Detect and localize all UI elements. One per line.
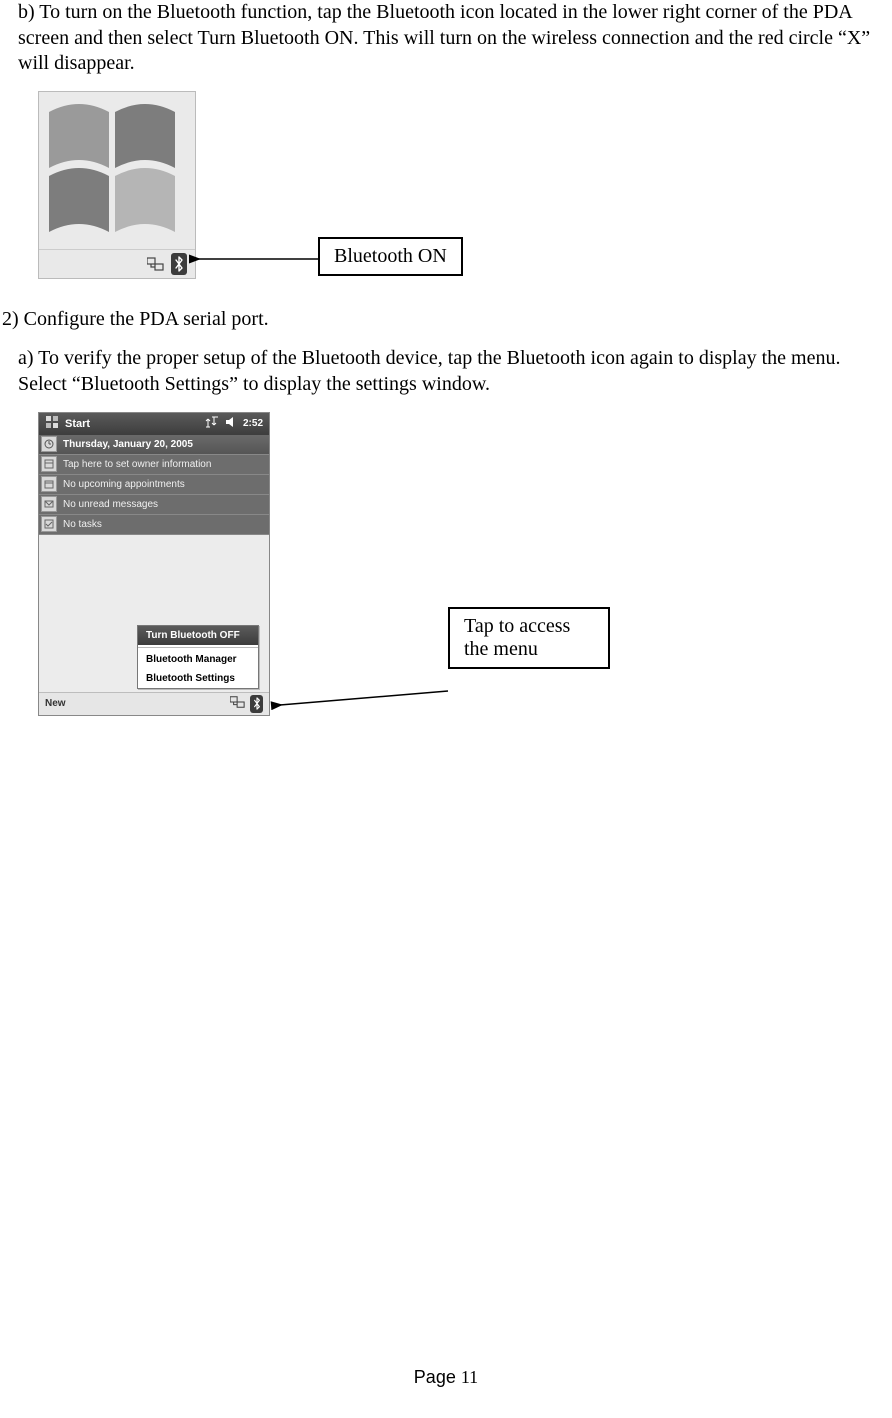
row-owner[interactable]: Tap here to set owner information <box>39 455 269 475</box>
callout-tap-menu: Tap to access the menu <box>448 607 610 669</box>
page-footer: Page 11 <box>0 1367 892 1388</box>
pda-today-screen: Start 2:52 Thursday, January 20, 2005 <box>38 412 270 716</box>
paragraph-a: a) To verify the proper setup of the Blu… <box>18 346 874 397</box>
bluetooth-icon[interactable] <box>171 253 187 275</box>
arrow-2 <box>270 687 460 711</box>
clock-icon <box>41 436 57 452</box>
calendar-icon <box>41 476 57 492</box>
windows-flag-icon <box>45 415 59 432</box>
title-bar: Start 2:52 <box>39 413 269 435</box>
figure-1: Bluetooth ON <box>38 91 874 283</box>
signal-icon <box>205 416 219 431</box>
date-text: Thursday, January 20, 2005 <box>63 439 193 450</box>
msgs-text: No unread messages <box>63 499 158 510</box>
tasks-text: No tasks <box>63 519 102 530</box>
bluetooth-icon[interactable] <box>250 695 263 713</box>
page-number: 11 <box>461 1367 478 1387</box>
row-appointments[interactable]: No upcoming appointments <box>39 475 269 495</box>
row-date: Thursday, January 20, 2005 <box>39 435 269 455</box>
connection-icon <box>147 256 165 272</box>
taskbar <box>39 249 195 278</box>
bottom-bar: New <box>39 692 269 715</box>
callout-bluetooth-on: Bluetooth ON <box>318 237 463 276</box>
row-messages[interactable]: No unread messages <box>39 495 269 515</box>
page-label: Page <box>414 1367 461 1387</box>
appts-text: No upcoming appointments <box>63 479 185 490</box>
menu-bluetooth-manager[interactable]: Bluetooth Manager <box>138 650 258 669</box>
speaker-icon <box>225 416 237 431</box>
figure-2: Start 2:52 Thursday, January 20, 2005 <box>38 412 874 724</box>
paragraph-b: b) To turn on the Bluetooth function, ta… <box>18 0 874 77</box>
new-button[interactable]: New <box>45 698 66 709</box>
step-2-heading: 2) Configure the PDA serial port. <box>2 307 874 333</box>
start-label[interactable]: Start <box>65 418 90 430</box>
menu-turn-bluetooth-off[interactable]: Turn Bluetooth OFF <box>138 626 258 645</box>
connection-icon <box>230 695 246 712</box>
envelope-icon <box>41 496 57 512</box>
row-tasks[interactable]: No tasks <box>39 515 269 535</box>
menu-bluetooth-settings[interactable]: Bluetooth Settings <box>138 669 258 688</box>
tasks-icon <box>41 516 57 532</box>
menu-separator <box>138 647 258 648</box>
bluetooth-popup-menu: Turn Bluetooth OFF Bluetooth Manager Blu… <box>137 625 259 689</box>
windows-flag-image <box>45 98 193 244</box>
owner-icon <box>41 456 57 472</box>
pda-snippet <box>38 91 196 279</box>
clock-time: 2:52 <box>243 418 263 429</box>
owner-text: Tap here to set owner information <box>63 459 211 470</box>
arrow-1 <box>188 251 328 271</box>
